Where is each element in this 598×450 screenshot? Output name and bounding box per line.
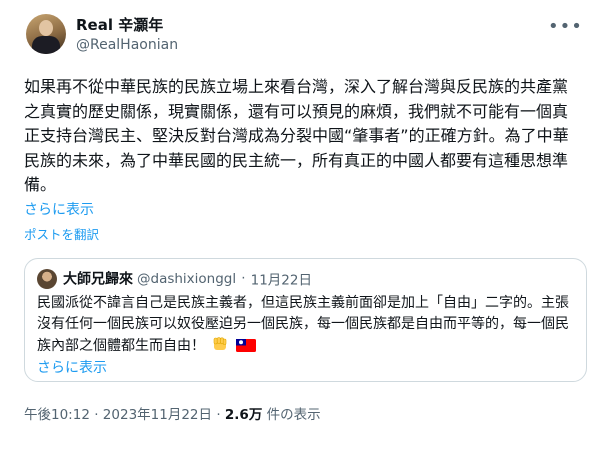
author-avatar[interactable] xyxy=(26,14,66,54)
quoted-show-more-link[interactable]: さらに表示 xyxy=(37,357,107,377)
separator-dot: · xyxy=(216,407,221,423)
quoted-tweet-text: 民國派從不諱言自己是民族主義者，但這民族主義前面卻是加上「自由」二字的。主張沒有… xyxy=(37,293,577,360)
quoted-tweet-text-body: 民國派從不諱言自己是民族主義者，但這民族主義前面卻是加上「自由」二字的。主張沒有… xyxy=(37,295,569,354)
author-display-name[interactable]: Real 辛灝年 xyxy=(76,15,178,35)
quoted-tweet[interactable]: 大師兄歸來 @dashixionggl · 11月22日 民國派從不諱言自己是民族… xyxy=(24,258,587,382)
quoted-author-avatar[interactable] xyxy=(37,268,57,289)
taiwan-flag-icon xyxy=(235,338,256,360)
quoted-author-display-name: 大師兄歸來 xyxy=(63,271,133,288)
quoted-tweet-header: 大師兄歸來 @dashixionggl · 11月22日 xyxy=(37,268,312,289)
quoted-author-handle: @dashixionggl xyxy=(137,270,237,287)
tweet-text: 如果再不從中華民族的民族立場上來看台灣，深入了解台灣與反民族的共產黨之真實的歷史… xyxy=(24,77,569,194)
author-name-block: Real 辛灝年 @RealHaonian xyxy=(76,15,178,55)
tweet-header: Real 辛灝年 @RealHaonian ••• xyxy=(22,14,582,62)
separator-dot: · xyxy=(241,270,246,287)
tweet-meta: 午後10:12 · 2023年11月22日 · 2.6万 件の表示 xyxy=(24,403,321,423)
quoted-tweet-date: 11月22日 xyxy=(250,272,312,289)
more-horizontal-icon[interactable]: ••• xyxy=(548,18,582,38)
views-label: 件の表示 xyxy=(266,407,321,423)
views-count: 2.6万 xyxy=(224,407,263,423)
author-handle[interactable]: @RealHaonian xyxy=(76,35,178,55)
translate-post-link[interactable]: ポストを翻訳 xyxy=(24,224,99,243)
raised-fist-icon xyxy=(211,335,229,360)
tweet-time[interactable]: 午後10:12 xyxy=(24,407,90,423)
tweet-date[interactable]: 2023年11月22日 xyxy=(103,407,212,423)
separator-dot: · xyxy=(94,407,99,423)
show-more-link[interactable]: さらに表示 xyxy=(24,199,94,219)
